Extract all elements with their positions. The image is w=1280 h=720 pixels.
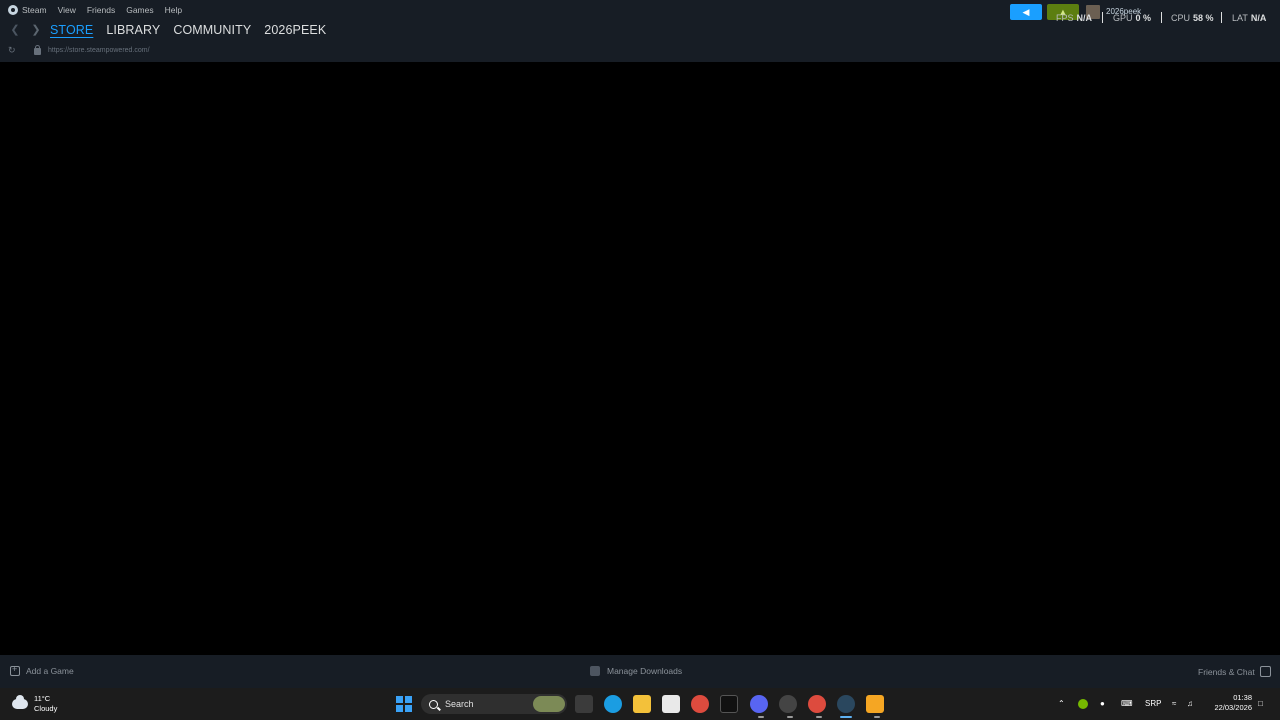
forward-arrow-icon[interactable]: ❯: [29, 22, 43, 38]
cloud-icon: [12, 695, 28, 709]
task-view-icon[interactable]: [575, 695, 593, 713]
edge-icon[interactable]: [604, 695, 622, 713]
url-bar: ↻ https://store.steampowered.com/: [8, 45, 150, 56]
weather-temp: 11°C: [34, 694, 51, 703]
chrome-icon[interactable]: [808, 695, 826, 713]
notification-center-icon[interactable]: □: [1258, 699, 1263, 708]
steam-window: Steam View Friends Games Help ❮ ❯ STORE …: [0, 0, 1280, 688]
running-indicator: [816, 716, 822, 718]
steam-logo-icon: [8, 5, 18, 15]
discord-icon[interactable]: [750, 695, 768, 713]
gpu-value: 0 %: [1135, 13, 1152, 23]
download-icon: [590, 666, 600, 676]
chrome-icon[interactable]: [691, 695, 709, 713]
windows-logo-icon: [405, 705, 412, 712]
chevron-up-icon[interactable]: ⌃: [1058, 699, 1065, 708]
tiktok-icon[interactable]: [720, 695, 738, 713]
chat-icon: [1259, 666, 1271, 677]
store-content: [0, 62, 1280, 655]
store-icon[interactable]: [662, 695, 680, 713]
tab-community[interactable]: COMMUNITY: [173, 23, 251, 37]
cpu-readout: CPU 58 %: [1171, 13, 1214, 23]
microphone-icon[interactable]: ●: [1100, 699, 1105, 708]
steam-header: Steam View Friends Games Help ❮ ❯ STORE …: [0, 0, 1280, 62]
megaphone-icon: ◀: [1022, 7, 1030, 17]
windows-logo-icon: [405, 696, 412, 703]
fps-value: N/A: [1076, 13, 1093, 23]
app-icon[interactable]: [866, 695, 884, 713]
url-text[interactable]: https://store.steampowered.com/: [48, 47, 150, 54]
clock[interactable]: 01:38 22/03/2026: [1208, 693, 1252, 713]
back-arrow-icon[interactable]: ❮: [8, 22, 22, 38]
time: 01:38: [1233, 693, 1252, 702]
tab-library[interactable]: LIBRARY: [106, 23, 160, 37]
menu-games[interactable]: Games: [126, 5, 153, 15]
manage-downloads-button[interactable]: Manage Downloads: [590, 666, 682, 676]
keyboard-icon[interactable]: ⌨: [1121, 699, 1133, 708]
taskbar-search[interactable]: Search: [421, 694, 567, 714]
windows-logo-icon: [396, 705, 403, 712]
lock-icon: [34, 45, 41, 55]
divider: [1102, 12, 1103, 23]
running-indicator: [758, 716, 764, 718]
friends-chat-button[interactable]: Friends & Chat: [1198, 666, 1271, 677]
weather-widget[interactable]: 11°C Cloudy: [12, 694, 57, 714]
language-indicator[interactable]: SRP: [1145, 699, 1161, 708]
add-game-label: Add a Game: [26, 666, 74, 676]
wifi-icon[interactable]: ≈: [1172, 699, 1176, 708]
active-indicator: [840, 716, 852, 718]
menu-help[interactable]: Help: [165, 5, 182, 15]
tab-profile[interactable]: 2026PEEK: [264, 23, 326, 37]
weather-desc: Cloudy: [34, 704, 58, 713]
cpu-label: CPU: [1171, 13, 1191, 23]
steam-taskbar-icon[interactable]: [837, 695, 855, 713]
file-explorer-icon[interactable]: [633, 695, 651, 713]
gpu-label: GPU: [1113, 13, 1133, 23]
nvidia-icon[interactable]: [1078, 699, 1088, 709]
search-label: Search: [445, 699, 474, 709]
search-highlight-image: [533, 696, 565, 712]
menu-view[interactable]: View: [58, 5, 76, 15]
volume-icon[interactable]: ♫: [1187, 699, 1193, 708]
friends-chat-label: Friends & Chat: [1198, 666, 1255, 677]
start-button[interactable]: [396, 696, 412, 712]
running-indicator: [787, 716, 793, 718]
main-nav: ❮ ❯ STORE LIBRARY COMMUNITY 2026PEEK: [8, 22, 339, 38]
tab-store[interactable]: STORE: [50, 23, 93, 37]
gpu-readout: GPU 0 %: [1113, 13, 1151, 23]
menu-steam-label: Steam: [22, 5, 47, 15]
lat-value: N/A: [1250, 13, 1267, 23]
add-game-button[interactable]: Add a Game: [10, 664, 74, 676]
divider: [1161, 12, 1162, 23]
lat-readout: LAT N/A: [1232, 13, 1266, 23]
announcement-button[interactable]: ◀: [1010, 4, 1042, 20]
app-icon[interactable]: [779, 695, 797, 713]
menu-friends[interactable]: Friends: [87, 5, 115, 15]
menu-steam[interactable]: Steam: [8, 5, 47, 15]
bottom-bar: Add a Game Manage Downloads Friends & Ch…: [0, 655, 1280, 688]
search-icon: [429, 699, 438, 709]
lat-label: LAT: [1232, 13, 1248, 23]
running-indicator: [874, 716, 880, 718]
menu-bar: Steam View Friends Games Help: [8, 5, 193, 15]
fps-label: FPS: [1056, 13, 1074, 23]
divider: [1221, 12, 1222, 23]
fps-readout: FPS N/A: [1056, 13, 1092, 23]
manage-downloads-label: Manage Downloads: [607, 666, 683, 676]
date: 22/03/2026: [1214, 703, 1252, 712]
windows-logo-icon: [396, 696, 403, 703]
cpu-value: 58 %: [1193, 13, 1214, 23]
reload-icon[interactable]: ↻: [8, 45, 20, 56]
plus-icon: [10, 664, 20, 676]
